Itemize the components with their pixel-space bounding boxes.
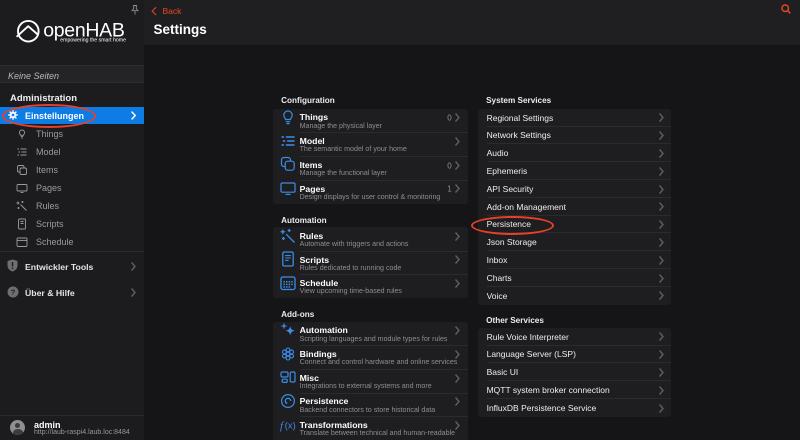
svg-text:empowering the smart home: empowering the smart home	[60, 37, 126, 43]
svg-text:(x): (x)	[284, 419, 295, 430]
svg-text:?: ?	[11, 287, 16, 296]
